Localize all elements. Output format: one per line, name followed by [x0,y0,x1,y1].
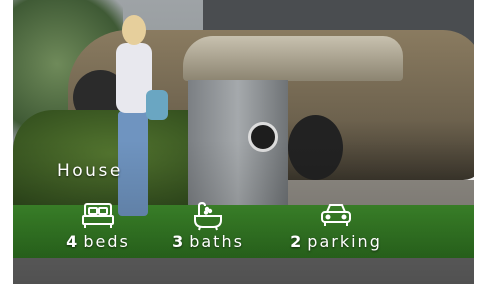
bed-icon [82,203,114,228]
feature-list: 4 beds 3 baths 2 parking [13,200,474,260]
beds-label: beds [83,232,130,251]
listing-card[interactable]: House 4 beds 3 baths 2 parking [13,0,474,284]
car-icon [321,204,351,226]
bath-icon [194,201,222,231]
baths-count: 3 [172,232,186,251]
beds-count: 4 [66,232,80,251]
feature-baths: 3 baths [163,200,253,251]
baths-label: baths [189,232,244,251]
parking-label: parking [307,232,382,251]
parking-count: 2 [290,232,304,251]
feature-parking: 2 parking [281,200,391,251]
property-type-label: House [57,161,123,181]
feature-beds: 4 beds [53,200,143,251]
